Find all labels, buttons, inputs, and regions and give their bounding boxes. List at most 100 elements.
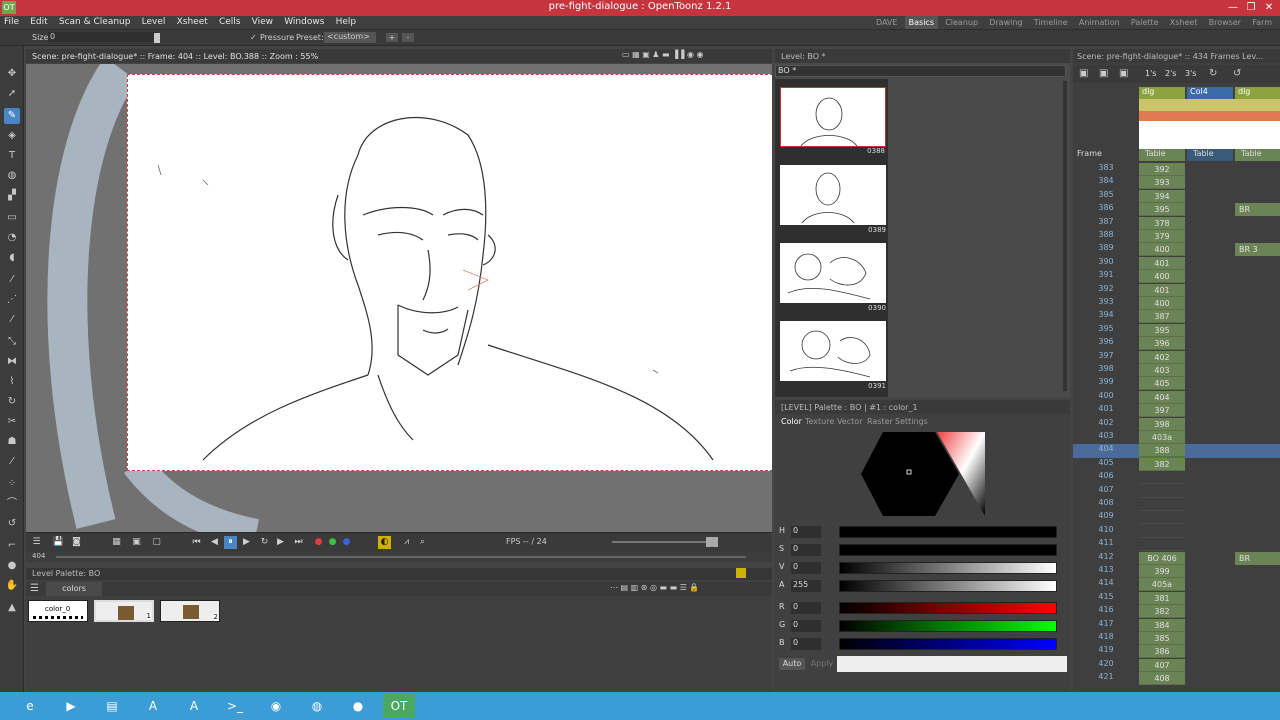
fps-slider[interactable] <box>612 541 712 543</box>
menu-cells[interactable]: Cells <box>215 16 245 29</box>
xsheet-cell[interactable]: BR <box>1235 203 1280 217</box>
iron-tool-icon[interactable]: ↻ <box>4 394 20 410</box>
xsheet-cell[interactable] <box>1235 444 1280 457</box>
xsheet-cell[interactable] <box>1235 485 1280 498</box>
fps-slider-handle[interactable] <box>706 537 718 547</box>
palette-toolbar-icons[interactable]: ⋯ ▤ ▥ ⊛ ◎ ▬ ▬ ☰ 🔒 <box>610 583 699 592</box>
pegbar-1[interactable]: Table <box>1139 149 1185 161</box>
plastic-tool-icon[interactable]: ⌒ <box>4 496 20 512</box>
xsheet-cell[interactable] <box>1235 324 1280 337</box>
xsheet-cell[interactable]: 387 <box>1139 310 1185 324</box>
xsheet-cell[interactable]: 378 <box>1139 216 1185 230</box>
zoom-icon[interactable]: ⌕ <box>416 536 429 549</box>
file-explorer-icon[interactable]: ▤ <box>96 694 128 718</box>
room-tab-dave[interactable]: DAVE <box>872 16 902 29</box>
style-chip-color-0[interactable]: color_0 <box>28 600 88 622</box>
xsheet-cell[interactable]: 400 <box>1139 270 1185 284</box>
xsheet-row[interactable]: 414 405a <box>1073 578 1280 592</box>
hue-slider[interactable]: H0 <box>779 526 1069 538</box>
tab-color[interactable]: Color <box>781 417 802 426</box>
xsheet-cell[interactable]: 381 <box>1139 591 1185 605</box>
remove-preset-button[interactable]: - <box>402 33 414 42</box>
xsheet-row[interactable]: 387 378 <box>1073 216 1280 230</box>
xsheet-cell[interactable]: 392 <box>1139 163 1185 176</box>
xsheet-cell[interactable] <box>1235 176 1280 189</box>
rotate-tool-icon[interactable]: ⌐ <box>4 538 20 554</box>
maximize-button[interactable]: ❐ <box>1242 0 1260 16</box>
level-name-dropdown[interactable]: BO * <box>775 65 1066 77</box>
xsheet-cell[interactable]: 396 <box>1139 337 1185 351</box>
xsheet-row[interactable]: 383 392 <box>1073 163 1280 176</box>
red-channel-icon[interactable]: ● <box>312 536 325 549</box>
style-chip-1[interactable]: 1 <box>94 600 154 622</box>
xsheet-cell[interactable] <box>1235 163 1280 176</box>
xsheet-row[interactable]: 409 <box>1073 511 1280 525</box>
xsheet-row[interactable]: 413 399 <box>1073 565 1280 578</box>
menu-xsheet[interactable]: Xsheet <box>173 16 212 29</box>
skeleton-tool-icon[interactable]: ☗ <box>4 434 20 450</box>
type-tool-icon[interactable]: T <box>4 148 20 164</box>
xsheet-cell[interactable]: 394 <box>1139 189 1185 203</box>
xsheet-row[interactable]: 408 <box>1073 498 1280 511</box>
tracker-tool-icon[interactable]: ⁄ <box>4 454 20 470</box>
current-frame-field[interactable]: 404 <box>32 552 45 560</box>
xsheet-cell[interactable]: 402 <box>1139 350 1185 364</box>
menu-file[interactable]: File <box>0 16 23 29</box>
xsheet-cell[interactable] <box>1235 659 1280 672</box>
hand-tool-icon[interactable]: ● <box>4 558 20 574</box>
reframe-icon[interactable]: ↻ <box>1209 68 1217 79</box>
step-1-button[interactable]: 1's <box>1145 69 1156 78</box>
xsheet-row[interactable]: 386 395 BR <box>1073 203 1280 217</box>
xsheet-cell[interactable] <box>1235 297 1280 310</box>
xsheet-cell[interactable] <box>1235 391 1280 404</box>
room-tab-browser[interactable]: Browser <box>1205 16 1245 29</box>
column-header-dlg[interactable]: dlg <box>1139 87 1185 99</box>
app-icon-3[interactable]: ◉ <box>260 694 292 718</box>
xsheet-cell[interactable] <box>1139 525 1185 538</box>
xsheet-cell[interactable] <box>1235 364 1280 377</box>
frame-thumbnail[interactable]: 0389 <box>780 165 886 234</box>
xsheet-cell[interactable] <box>1235 672 1280 685</box>
pump-tool-icon[interactable]: ⤡ <box>4 334 20 350</box>
xsheet-cell[interactable] <box>1235 431 1280 444</box>
xsheet-cell[interactable]: 405 <box>1139 377 1185 391</box>
paint-brush-tool-icon[interactable]: ▞ <box>4 188 20 204</box>
room-tab-farm[interactable]: Farm <box>1248 16 1276 29</box>
xsheet-row[interactable]: 421 408 <box>1073 672 1280 686</box>
selection-tool-icon[interactable]: ➚ <box>4 86 20 102</box>
pegbar-2[interactable]: Table <box>1187 149 1233 161</box>
eraser-tool-icon[interactable]: ▭ <box>4 210 20 226</box>
next-frame-button[interactable]: ▶ <box>274 536 287 549</box>
xsheet-cell[interactable] <box>1139 538 1185 552</box>
xsheet-row[interactable]: 402 398 <box>1073 417 1280 431</box>
save-icon[interactable]: 💾 <box>52 536 65 549</box>
xsheet-cell[interactable]: 385 <box>1139 632 1185 645</box>
pinch-tool-icon[interactable]: ⁄ <box>4 312 20 328</box>
xsheet-cell[interactable] <box>1235 471 1280 484</box>
xsheet-cell[interactable]: BO 406 <box>1139 551 1185 565</box>
pause-button[interactable]: ⏸ <box>224 536 237 549</box>
camera-icon[interactable]: ◙ <box>70 536 83 549</box>
xsheet-cell[interactable]: 399 <box>1139 565 1185 578</box>
view-mode-2-icon[interactable]: ▢ <box>150 536 163 549</box>
close-button[interactable]: ✕ <box>1260 0 1278 16</box>
xsheet-cell[interactable] <box>1235 404 1280 417</box>
app-icon[interactable]: A <box>137 694 169 718</box>
frame-slider[interactable]: 404 <box>26 552 772 562</box>
sound-icon[interactable]: ◐ <box>378 536 391 549</box>
xsheet-cell[interactable] <box>1235 337 1280 350</box>
terminal-icon[interactable]: >_ <box>219 694 251 718</box>
xsheet-cell[interactable] <box>1235 217 1280 230</box>
xsheet-cell[interactable]: 403a <box>1139 431 1185 444</box>
xsheet-cell[interactable]: 386 <box>1139 645 1185 659</box>
xsheet-cell[interactable]: 404 <box>1139 390 1185 404</box>
menu-icon[interactable]: ☰ <box>30 536 43 549</box>
add-preset-button[interactable]: + <box>386 33 398 42</box>
room-tab-cleanup[interactable]: Cleanup <box>941 16 982 29</box>
saturation-slider[interactable]: S0 <box>779 544 1069 556</box>
xsheet-cell-area[interactable]: 383 392 384 393 385 394 386 395 BR 387 378 388 379 38… <box>1073 163 1280 686</box>
rgb-picker-tool-icon[interactable]: ⁄ <box>4 272 20 288</box>
xsheet-row[interactable]: 406 <box>1073 471 1280 485</box>
room-tab-basics[interactable]: Basics <box>904 16 938 29</box>
alpha-slider[interactable]: A 255 <box>779 580 1069 592</box>
